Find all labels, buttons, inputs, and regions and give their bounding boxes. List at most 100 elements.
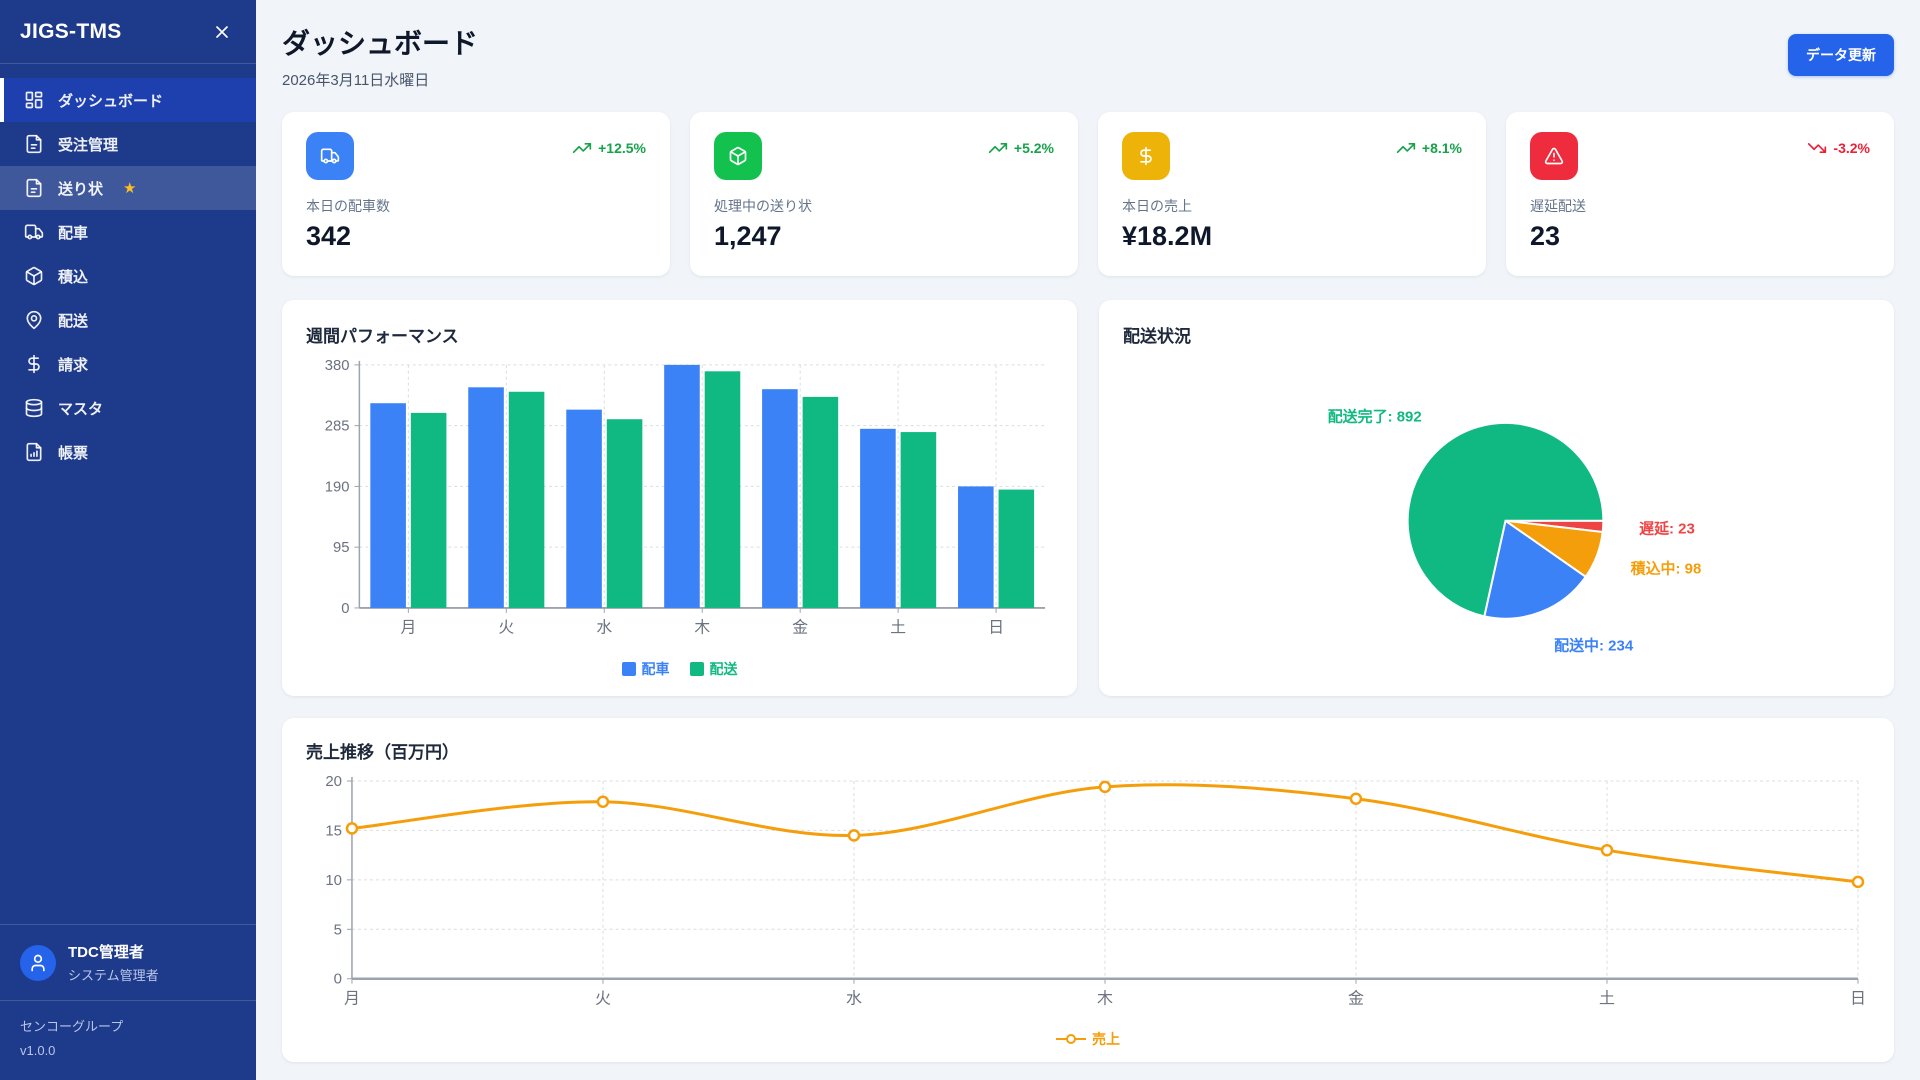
trend-up-icon	[572, 138, 592, 158]
trend-up-icon	[1396, 138, 1416, 158]
sidebar-item-master[interactable]: マスタ	[0, 386, 256, 430]
svg-text:木: 木	[694, 619, 710, 637]
svg-text:遅延: 23: 遅延: 23	[1639, 520, 1695, 538]
bar-chart-legend: 配車配送	[306, 658, 1053, 680]
close-icon	[212, 22, 232, 42]
sidebar-item-label: 配車	[58, 222, 88, 243]
truck-icon	[306, 132, 354, 180]
star-icon: ★	[123, 181, 136, 196]
svg-text:木: 木	[1097, 990, 1113, 1008]
sidebar-item-reports[interactable]: 帳票	[0, 430, 256, 474]
svg-text:配送中: 234: 配送中: 234	[1554, 637, 1634, 655]
legend-item[interactable]: 売上	[1056, 1029, 1120, 1049]
kpi-card-dispatch-count: +12.5% 本日の配車数 342	[282, 112, 670, 276]
trend-up-icon	[988, 138, 1008, 158]
main-content: ダッシュボード 2026年3月11日水曜日 データ更新 +12.5% 本日の配車…	[256, 0, 1920, 1080]
page-date: 2026年3月11日水曜日	[282, 69, 478, 90]
database-icon	[24, 398, 44, 418]
sidebar-footer: センコーグループ v1.0.0	[0, 1000, 256, 1080]
user-icon	[28, 953, 48, 973]
svg-text:日: 日	[1850, 991, 1866, 1008]
app-title: JIGS-TMS	[20, 20, 122, 44]
user-role: システム管理者	[68, 965, 159, 984]
trend-up-badge: +8.1%	[1396, 138, 1462, 158]
svg-text:0: 0	[341, 601, 349, 617]
sidebar-item-label: 配送	[58, 310, 88, 331]
delivery-status-pie-chart: 遅延: 23 積込中: 98 配送中: 234 配送完了: 892	[1123, 355, 1870, 684]
package-icon	[24, 266, 44, 286]
svg-text:火: 火	[498, 620, 514, 637]
sidebar-item-label: 帳票	[58, 442, 88, 463]
truck-icon	[24, 222, 44, 242]
svg-text:土: 土	[890, 619, 906, 637]
kpi-label: 遅延配送	[1530, 196, 1870, 216]
trend-down-badge: -3.2%	[1807, 138, 1870, 158]
avatar	[20, 945, 56, 981]
page-header: ダッシュボード 2026年3月11日水曜日 データ更新	[282, 22, 1894, 90]
dashboard-icon	[24, 90, 44, 110]
svg-text:金: 金	[792, 619, 808, 637]
user-profile: TDC管理者 システム管理者	[0, 924, 256, 1000]
sidebar-item-label: 積込	[58, 266, 88, 287]
weekly-performance-chart-card: 週間パフォーマンス 095190285380月火水木金土日 配車配送	[282, 300, 1077, 696]
svg-text:380: 380	[325, 358, 350, 374]
svg-text:5: 5	[334, 921, 342, 938]
svg-text:水: 水	[596, 619, 612, 637]
chart-title: 売上推移（百万円）	[306, 738, 1870, 763]
sidebar-item-label: 受注管理	[58, 134, 118, 155]
page-title: ダッシュボード	[282, 22, 478, 62]
legend-item[interactable]: 配送	[690, 659, 738, 679]
svg-text:190: 190	[325, 479, 350, 495]
kpi-value: 1,247	[714, 221, 1054, 252]
document-icon	[24, 178, 44, 198]
sidebar-item-invoice[interactable]: 送り状 ★	[0, 166, 256, 210]
svg-text:月: 月	[400, 620, 416, 637]
sidebar-item-orders[interactable]: 受注管理	[0, 122, 256, 166]
alert-triangle-icon	[1530, 132, 1578, 180]
sidebar-item-dashboard[interactable]: ダッシュボード	[0, 78, 256, 122]
sidebar: JIGS-TMS ダッシュボード 受注管理 送り状 ★ 配車 積込 配送	[0, 0, 256, 1080]
sidebar-item-label: 請求	[58, 354, 88, 375]
svg-text:土: 土	[1599, 990, 1615, 1008]
chart-title: 配送状況	[1123, 322, 1870, 347]
kpi-value: ¥18.2M	[1122, 221, 1462, 252]
svg-text:95: 95	[333, 540, 349, 556]
delivery-status-chart-card: 配送状況 遅延: 23 積込中: 98 配送中: 234 配送完了: 892	[1099, 300, 1894, 696]
svg-text:10: 10	[325, 872, 342, 889]
legend-item[interactable]: 配車	[622, 659, 670, 679]
svg-text:20: 20	[325, 773, 342, 790]
weekly-performance-bar-chart: 095190285380月火水木金土日	[306, 355, 1053, 658]
close-button[interactable]	[208, 18, 236, 46]
kpi-value: 342	[306, 221, 646, 252]
kpi-label: 処理中の送り状	[714, 196, 1054, 216]
org-name: センコーグループ	[20, 1015, 236, 1038]
trend-up-badge: +5.2%	[988, 138, 1054, 158]
svg-text:配送完了: 892: 配送完了: 892	[1328, 407, 1422, 425]
app-version: v1.0.0	[20, 1039, 236, 1062]
kpi-card-today-sales: +8.1% 本日の売上 ¥18.2M	[1098, 112, 1486, 276]
chart-title: 週間パフォーマンス	[306, 322, 1053, 347]
sidebar-item-loading[interactable]: 積込	[0, 254, 256, 298]
sidebar-item-label: 送り状	[58, 178, 103, 199]
map-pin-icon	[24, 310, 44, 330]
svg-text:水: 水	[846, 990, 862, 1008]
sales-trend-line-chart: 05101520月火水木金土日	[306, 771, 1870, 1028]
trend-up-badge: +12.5%	[572, 138, 646, 158]
svg-text:積込中: 98: 積込中: 98	[1630, 559, 1702, 577]
svg-text:日: 日	[988, 620, 1004, 637]
dollar-icon	[24, 354, 44, 374]
svg-text:0: 0	[334, 971, 342, 988]
svg-text:火: 火	[595, 991, 611, 1008]
trend-down-icon	[1807, 138, 1827, 158]
sidebar-item-delivery[interactable]: 配送	[0, 298, 256, 342]
kpi-value: 23	[1530, 221, 1870, 252]
document-icon	[24, 134, 44, 154]
sidebar-item-dispatch[interactable]: 配車	[0, 210, 256, 254]
package-icon	[714, 132, 762, 180]
svg-text:15: 15	[325, 822, 342, 839]
sidebar-item-billing[interactable]: 請求	[0, 342, 256, 386]
refresh-data-button[interactable]: データ更新	[1788, 34, 1894, 76]
svg-text:金: 金	[1348, 990, 1364, 1008]
sidebar-item-label: マスタ	[58, 398, 103, 419]
report-icon	[24, 442, 44, 462]
